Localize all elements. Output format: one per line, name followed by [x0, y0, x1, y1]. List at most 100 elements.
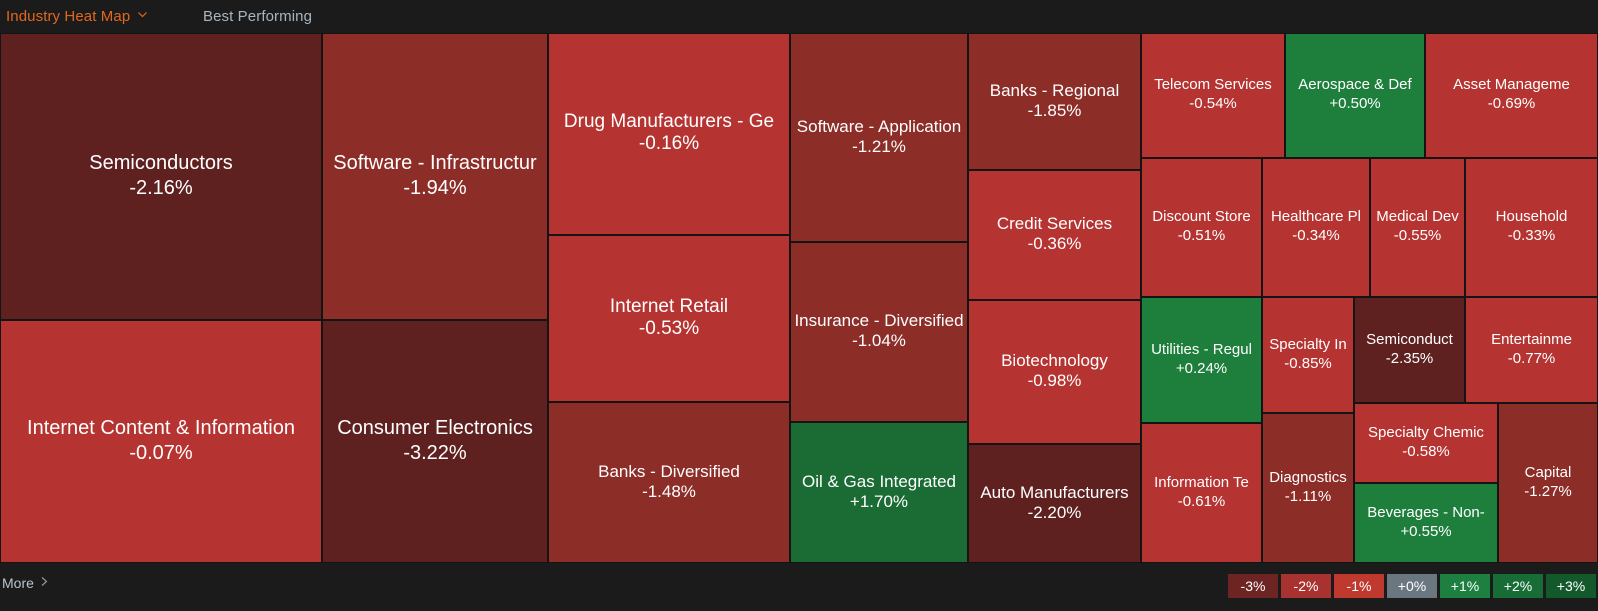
- legend-swatch: -1%: [1334, 574, 1384, 598]
- treemap-tile-name: Diagnostics: [1269, 468, 1347, 486]
- treemap-tile[interactable]: Auto Manufacturers -2.20%: [968, 444, 1141, 563]
- treemap-tile[interactable]: Banks - Regional -1.85%: [968, 33, 1141, 170]
- treemap: Semiconductors -2.16% Software - Infrastru…: [0, 33, 1598, 563]
- treemap-tile-name: Internet Retail: [609, 295, 729, 317]
- treemap-tile-name: Credit Services: [996, 214, 1113, 234]
- chevron-down-icon: [137, 9, 148, 20]
- treemap-tile-value: -0.58%: [1402, 442, 1450, 460]
- treemap-tile[interactable]: Healthcare Pl -0.34%: [1262, 158, 1370, 297]
- treemap-tile-name: Utilities - Regul: [1151, 340, 1252, 358]
- legend-swatch: -3%: [1228, 574, 1278, 598]
- treemap-tile-value: -0.07%: [129, 441, 193, 464]
- treemap-tile-name: Entertainme: [1491, 330, 1572, 348]
- treemap-tile-name: Drug Manufacturers - Ge: [563, 111, 775, 133]
- treemap-tile-value: -0.77%: [1507, 349, 1556, 367]
- treemap-tile-value: -0.98%: [1027, 371, 1082, 391]
- treemap-tile[interactable]: Internet Content & Information -0.07%: [0, 320, 322, 563]
- tab-best-performing[interactable]: Best Performing: [203, 0, 312, 33]
- chevron-right-icon: [40, 576, 51, 587]
- treemap-tile-name: Healthcare Pl: [1270, 208, 1362, 226]
- treemap-tile[interactable]: Insurance - Diversified -1.04%: [790, 242, 968, 422]
- treemap-tile-value: +1.70%: [849, 491, 909, 511]
- treemap-tile[interactable]: Specialty Chemic -0.58%: [1354, 403, 1498, 483]
- heatmap-type-label: Industry Heat Map: [6, 8, 131, 25]
- treemap-tile-value: -0.61%: [1177, 492, 1226, 510]
- treemap-tile[interactable]: Asset Manageme -0.69%: [1425, 33, 1598, 158]
- treemap-tile-value: -0.36%: [1027, 234, 1082, 254]
- treemap-tile[interactable]: Banks - Diversified -1.48%: [548, 402, 790, 563]
- treemap-tile-name: Biotechnology: [1001, 351, 1108, 371]
- treemap-tile-name: Semiconduct: [1366, 330, 1453, 348]
- more-label: More: [2, 575, 34, 591]
- treemap-tile[interactable]: Entertainme -0.77%: [1465, 297, 1598, 403]
- treemap-tile[interactable]: Capital -1.27%: [1498, 403, 1598, 563]
- treemap-tile-value: -3.22%: [403, 441, 467, 464]
- treemap-tile-name: Specialty Chemic: [1368, 423, 1484, 441]
- treemap-tile-name: Software - Application: [796, 116, 962, 136]
- treemap-tile-name: Software - Infrastructur: [333, 152, 537, 175]
- treemap-tile-value: -2.16%: [129, 176, 193, 199]
- treemap-tile-name: Auto Manufacturers: [980, 482, 1129, 502]
- legend-swatch: +3%: [1546, 574, 1596, 598]
- treemap-tile-value: -0.51%: [1177, 227, 1226, 245]
- treemap-tile-value: -2.35%: [1385, 349, 1434, 367]
- treemap-tile-name: Oil & Gas Integrated: [801, 471, 957, 491]
- treemap-tile-value: -0.55%: [1393, 227, 1442, 245]
- color-scale-legend: -3% -2% -1% +0% +1% +2% +3%: [1225, 574, 1596, 598]
- treemap-tile-value: -1.94%: [403, 176, 467, 199]
- treemap-tile-value: -0.53%: [638, 317, 700, 339]
- treemap-tile[interactable]: Credit Services -0.36%: [968, 170, 1141, 300]
- treemap-tile[interactable]: Semiconductors -2.16%: [0, 33, 322, 320]
- treemap-tile-name: Telecom Services: [1154, 76, 1272, 94]
- treemap-tile-name: Aerospace & Def: [1298, 76, 1412, 94]
- treemap-tile-name: Discount Store: [1152, 208, 1251, 226]
- heatmap-type-selector[interactable]: Industry Heat Map: [6, 0, 148, 33]
- treemap-tile[interactable]: Aerospace & Def +0.50%: [1285, 33, 1425, 158]
- treemap-tile[interactable]: Software - Infrastructur -1.94%: [322, 33, 548, 320]
- treemap-tile-value: -1.48%: [642, 481, 696, 501]
- treemap-tile[interactable]: Oil & Gas Integrated +1.70%: [790, 422, 968, 563]
- treemap-tile-value: -1.11%: [1284, 487, 1332, 505]
- treemap-tile[interactable]: Biotechnology -0.98%: [968, 300, 1141, 444]
- treemap-tile[interactable]: Semiconduct -2.35%: [1354, 297, 1465, 403]
- legend-swatch: +2%: [1493, 574, 1543, 598]
- treemap-tile-value: -1.21%: [852, 136, 906, 156]
- treemap-tile-value: -2.20%: [1027, 502, 1082, 522]
- legend-swatch: +1%: [1440, 574, 1490, 598]
- treemap-tile-value: -1.27%: [1524, 482, 1572, 500]
- footer: More -3% -2% -1% +0% +1% +2% +3%: [0, 563, 1598, 611]
- treemap-tile-name: Consumer Electronics: [337, 417, 533, 440]
- treemap-tile-value: -0.34%: [1292, 227, 1340, 245]
- treemap-tile[interactable]: Discount Store -0.51%: [1141, 158, 1262, 297]
- treemap-tile-name: Banks - Diversified: [598, 461, 740, 481]
- treemap-tile[interactable]: Internet Retail -0.53%: [548, 235, 790, 402]
- industry-heatmap-app: Industry Heat Map Best Performing Semico…: [0, 0, 1598, 611]
- more-link[interactable]: More: [2, 575, 51, 591]
- treemap-tile-name: Household: [1495, 208, 1568, 226]
- treemap-tile-name: Semiconductors: [89, 152, 233, 175]
- treemap-tile[interactable]: Medical Dev -0.55%: [1370, 158, 1465, 297]
- treemap-tile-value: -0.16%: [638, 133, 700, 155]
- treemap-tile-value: +0.24%: [1175, 359, 1228, 377]
- treemap-tile-name: Insurance - Diversified: [794, 311, 964, 331]
- treemap-tile[interactable]: Diagnostics -1.11%: [1262, 413, 1354, 563]
- treemap-tile[interactable]: Utilities - Regul +0.24%: [1141, 297, 1262, 423]
- treemap-tile[interactable]: Beverages - Non- +0.55%: [1354, 483, 1498, 563]
- treemap-tile-value: -1.04%: [852, 331, 906, 351]
- treemap-tile-value: +0.50%: [1329, 95, 1381, 113]
- legend-swatch: +0%: [1387, 574, 1437, 598]
- treemap-tile[interactable]: Information Te -0.61%: [1141, 423, 1262, 563]
- treemap-tile[interactable]: Specialty In -0.85%: [1262, 297, 1354, 413]
- treemap-tile-name: Beverages - Non-: [1367, 503, 1485, 521]
- treemap-tile[interactable]: Drug Manufacturers - Ge -0.16%: [548, 33, 790, 235]
- treemap-tile-value: -1.85%: [1027, 100, 1082, 120]
- treemap-tile-value: -0.69%: [1487, 95, 1536, 113]
- treemap-tile[interactable]: Consumer Electronics -3.22%: [322, 320, 548, 563]
- treemap-tile[interactable]: Telecom Services -0.54%: [1141, 33, 1285, 158]
- tab-best-performing-label: Best Performing: [203, 8, 313, 25]
- treemap-tile[interactable]: Household -0.33%: [1465, 158, 1598, 297]
- treemap-tile-name: Internet Content & Information: [27, 417, 295, 440]
- treemap-tile-name: Medical Dev: [1376, 208, 1459, 226]
- treemap-tile[interactable]: Software - Application -1.21%: [790, 33, 968, 242]
- treemap-tile-name: Specialty In: [1269, 335, 1347, 353]
